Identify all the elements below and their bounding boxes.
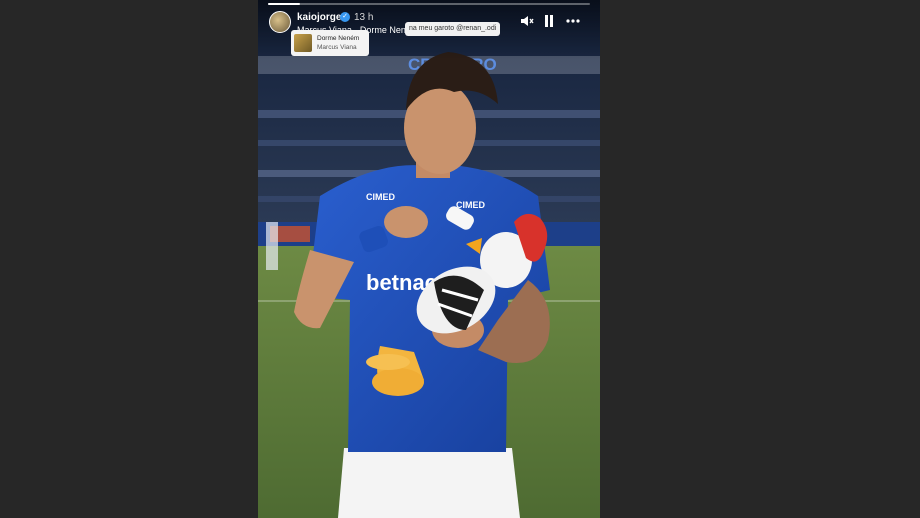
story-photo: CRUZEIRO — [258, 0, 600, 518]
music-sticker-title: Dorme Neném — [317, 35, 360, 42]
story-progress-bar — [268, 3, 590, 5]
story-progress-fill — [268, 3, 301, 5]
speaker-muted-icon[interactable] — [520, 14, 534, 28]
username[interactable]: kaiojorge — [297, 12, 341, 23]
music-sticker-artist: Marcus Viana — [317, 44, 357, 51]
story-viewer[interactable]: CRUZEIRO — [258, 0, 600, 518]
caption-sticker[interactable]: na meu garoto @renan_.odi — [405, 22, 501, 36]
time-ago: 13 h — [354, 12, 374, 23]
more-options-icon[interactable] — [565, 18, 581, 24]
jersey-sponsor-right: CIMED — [456, 200, 486, 210]
avatar[interactable] — [269, 11, 291, 33]
jersey-sponsor-left: CIMED — [366, 192, 396, 202]
album-art — [294, 34, 312, 52]
page: CRUZEIRO — [0, 0, 920, 518]
verified-badge-icon: ✓ — [340, 12, 350, 22]
pause-icon[interactable] — [544, 15, 554, 27]
music-sticker[interactable]: Dorme Neném Marcus Viana — [291, 30, 369, 56]
